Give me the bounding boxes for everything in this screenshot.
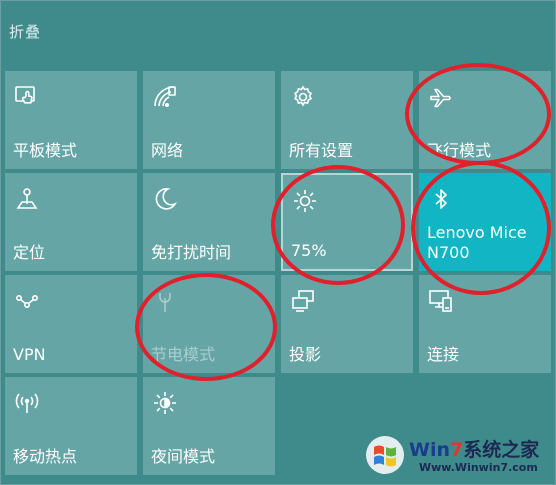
- collapse-link[interactable]: 折叠: [9, 21, 41, 42]
- tile-label: VPN: [13, 345, 46, 364]
- tile-label: 网络: [151, 141, 184, 160]
- tile-label: 所有设置: [289, 141, 354, 160]
- moon-icon: [151, 185, 179, 213]
- tile-mobile-hotspot[interactable]: 移动热点: [5, 377, 137, 475]
- airplane-icon: [427, 83, 455, 111]
- connect-icon: [427, 287, 455, 315]
- night-light-icon: [151, 389, 179, 417]
- tile-label: 平板模式: [13, 141, 78, 160]
- tile-label: 连接: [427, 345, 460, 364]
- tile-connect[interactable]: 连接: [419, 275, 551, 373]
- project-icon: [289, 287, 317, 315]
- tile-airplane-mode[interactable]: 飞行模式: [419, 71, 551, 169]
- tile-location[interactable]: 定位: [5, 173, 137, 271]
- tile-label: 投影: [289, 345, 322, 364]
- tile-label: 移动热点: [13, 447, 78, 466]
- tile-label: 75%: [291, 241, 327, 260]
- vpn-icon: [13, 287, 41, 315]
- location-icon: [13, 185, 41, 213]
- tile-vpn[interactable]: VPN: [5, 275, 137, 373]
- windows-logo-icon: [365, 435, 405, 475]
- tile-label: 夜间模式: [151, 447, 216, 466]
- tile-tablet-mode[interactable]: 平板模式: [5, 71, 137, 169]
- watermark-url: Www.Winwin7.com: [419, 461, 538, 474]
- battery-saver-icon: [151, 287, 179, 315]
- tile-label: 免打扰时间: [151, 243, 232, 262]
- tile-night-light[interactable]: 夜间模式: [143, 377, 275, 475]
- watermark-brand: Win7系统之家: [409, 439, 540, 461]
- tile-quiet-hours[interactable]: 免打扰时间: [143, 173, 275, 271]
- tile-project[interactable]: 投影: [281, 275, 413, 373]
- hotspot-icon: [13, 389, 41, 417]
- brightness-icon: [291, 187, 319, 215]
- tile-battery-saver[interactable]: 节电模式: [143, 275, 275, 373]
- tile-label: 节电模式: [151, 345, 216, 364]
- tile-all-settings[interactable]: 所有设置: [281, 71, 413, 169]
- network-icon: [151, 83, 179, 111]
- tablet-mode-icon: [13, 83, 41, 111]
- action-center-quick-actions: 折叠 平板模式 网络 所有设置 飞行模式 定位 免打扰时间 75% Lenovo…: [0, 0, 556, 485]
- tile-network[interactable]: 网络: [143, 71, 275, 169]
- bluetooth-icon: [427, 185, 455, 213]
- watermark: Win7系统之家 Www.Winwin7.com: [361, 429, 551, 481]
- tile-label: 定位: [13, 243, 46, 262]
- gear-icon: [289, 83, 317, 111]
- tile-brightness[interactable]: 75%: [281, 173, 413, 271]
- tile-label: 飞行模式: [427, 141, 492, 160]
- tile-bluetooth[interactable]: Lenovo Mice N700: [419, 173, 551, 271]
- tile-label: Lenovo Mice N700: [427, 223, 527, 262]
